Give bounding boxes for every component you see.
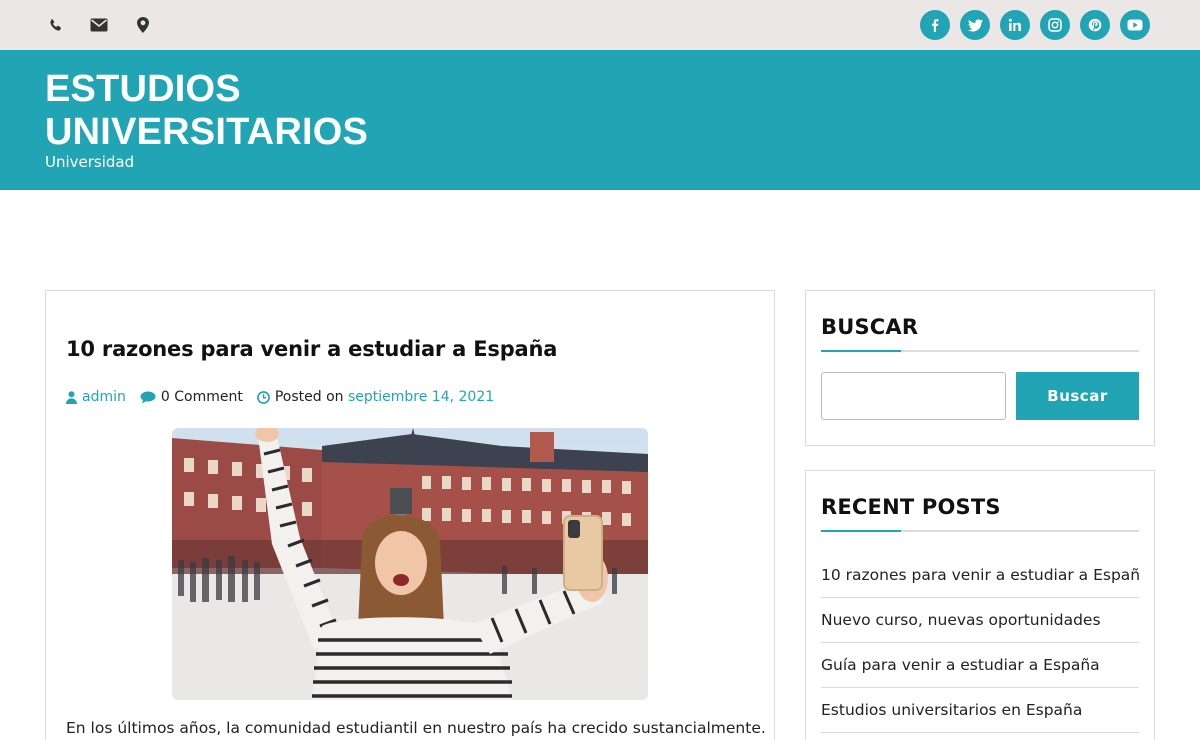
- site-tagline: Universidad: [45, 153, 135, 171]
- map-marker-icon[interactable]: [132, 14, 154, 36]
- post-comments: 0 Comment: [140, 389, 243, 405]
- post-title[interactable]: 10 razones para venir a estudiar a Españ…: [66, 337, 557, 361]
- post-author-link[interactable]: admin: [82, 389, 126, 405]
- user-icon: [66, 390, 77, 404]
- recent-posts-divider: [821, 530, 1139, 532]
- instagram-icon[interactable]: [1040, 10, 1070, 40]
- youtube-icon[interactable]: [1120, 10, 1150, 40]
- post-author: admin: [66, 389, 126, 405]
- post-excerpt: En los últimos años, la comunidad estudi…: [66, 719, 766, 737]
- recent-posts-widget: RECENT POSTS 10 razones para venir a est…: [805, 470, 1155, 740]
- recent-posts-title: RECENT POSTS: [821, 495, 1001, 519]
- twitter-icon[interactable]: [960, 10, 990, 40]
- search-widget-divider: [821, 350, 1139, 352]
- post-date-link[interactable]: septiembre 14, 2021: [348, 389, 494, 405]
- contact-icons: [44, 14, 154, 36]
- recent-post-link[interactable]: Guía para venir a estudiar a España: [821, 643, 1139, 688]
- search-widget-title: BUSCAR: [821, 315, 919, 339]
- facebook-icon[interactable]: [920, 10, 950, 40]
- search-input[interactable]: [821, 372, 1006, 420]
- post-card: 10 razones para venir a estudiar a Españ…: [45, 290, 775, 740]
- top-bar: [0, 0, 1200, 50]
- post-comments-count[interactable]: 0 Comment: [161, 389, 243, 405]
- site-header: ESTUDIOS UNIVERSITARIOS Universidad: [0, 50, 1200, 190]
- post-date: Posted on septiembre 14, 2021: [256, 389, 494, 405]
- recent-post-link[interactable]: Estudios universitarios en España: [821, 688, 1139, 733]
- linkedin-icon[interactable]: [1000, 10, 1030, 40]
- clock-icon: [256, 390, 270, 404]
- post-date-prefix: Posted on: [274, 389, 344, 405]
- recent-posts-list: 10 razones para venir a estudiar a Españ…: [821, 553, 1139, 733]
- pinterest-icon[interactable]: [1080, 10, 1110, 40]
- post-meta: admin 0 Comment Posted on septiembre 14,…: [66, 389, 508, 405]
- envelope-icon[interactable]: [88, 14, 110, 36]
- recent-post-link[interactable]: Nuevo curso, nuevas oportunidades: [821, 598, 1139, 643]
- site-title[interactable]: ESTUDIOS UNIVERSITARIOS: [45, 68, 385, 154]
- recent-post-link[interactable]: 10 razones para venir a estudiar a Españ…: [821, 553, 1139, 598]
- social-links: [920, 10, 1150, 40]
- phone-icon[interactable]: [44, 14, 66, 36]
- comment-icon: [140, 391, 156, 403]
- search-button[interactable]: Buscar: [1016, 372, 1139, 420]
- post-featured-image[interactable]: [172, 428, 648, 700]
- search-widget: BUSCAR Buscar: [805, 290, 1155, 446]
